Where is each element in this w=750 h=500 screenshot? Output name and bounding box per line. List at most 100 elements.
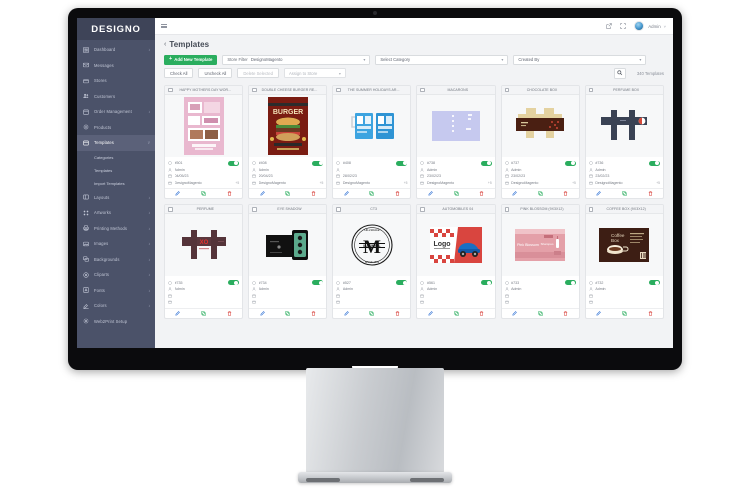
- template-card[interactable]: DOUBLE CHEESE BURGER RE... BURGER #408 A…: [248, 85, 328, 200]
- created-by-dropdown[interactable]: Created By ▾: [513, 54, 647, 65]
- uncheck-all-button[interactable]: Uncheck All: [198, 68, 233, 78]
- duplicate-icon[interactable]: [612, 189, 638, 198]
- fullscreen-icon[interactable]: [619, 22, 627, 30]
- search-button[interactable]: [613, 67, 626, 79]
- template-card[interactable]: EYE SHADOW #734 Admin: [248, 204, 328, 319]
- sidebar-item-backgrounds[interactable]: Backgrounds ›: [77, 252, 155, 268]
- edit-icon[interactable]: [586, 309, 612, 318]
- sidebar-item-printing-methods[interactable]: Printing Methods ›: [77, 221, 155, 237]
- card-checkbox[interactable]: [252, 207, 257, 212]
- edit-icon[interactable]: [333, 189, 359, 198]
- duplicate-icon[interactable]: [359, 189, 385, 198]
- delete-icon[interactable]: [301, 309, 327, 318]
- sidebar-item-images[interactable]: Images ›: [77, 236, 155, 252]
- duplicate-icon[interactable]: [191, 309, 217, 318]
- card-thumbnail[interactable]: [249, 214, 327, 277]
- sidebar-item-layouts[interactable]: Layouts ›: [77, 190, 155, 206]
- chevron-down-icon[interactable]: ˅: [664, 24, 666, 29]
- template-card[interactable]: HAPPY MOTHERS DAY WOR... #501 Admin 04/0…: [164, 85, 244, 200]
- card-thumbnail[interactable]: XO: [165, 214, 243, 277]
- delete-icon[interactable]: [637, 189, 663, 198]
- card-thumbnail[interactable]: [417, 95, 495, 157]
- sidebar-item-messages[interactable]: Messages: [77, 58, 155, 74]
- select-category-dropdown[interactable]: Select Category ▾: [375, 54, 509, 65]
- card-status-toggle[interactable]: [564, 160, 576, 167]
- assign-to-store-dropdown[interactable]: Assign to Store ▾: [283, 68, 346, 78]
- delete-icon[interactable]: [385, 309, 411, 318]
- card-thumbnail[interactable]: BURGER: [249, 95, 327, 157]
- template-card[interactable]: CHOCOLATE BOX #737 Admin 23/02/23 Design…: [500, 85, 580, 200]
- card-checkbox[interactable]: [252, 87, 257, 93]
- card-thumbnail[interactable]: [165, 95, 243, 157]
- brand-logo[interactable]: DESIGNO: [77, 18, 155, 40]
- add-new-template-button[interactable]: + Add New Template: [164, 54, 218, 65]
- external-link-icon[interactable]: [605, 22, 613, 30]
- delete-icon[interactable]: [553, 309, 579, 318]
- sidebar-subitem-categories[interactable]: Categories: [77, 151, 155, 164]
- card-checkbox[interactable]: [168, 87, 173, 93]
- sidebar-subitem-templates[interactable]: Templates: [77, 164, 155, 177]
- delete-selected-button[interactable]: Delete Selected: [237, 68, 279, 78]
- duplicate-icon[interactable]: [612, 309, 638, 318]
- template-card[interactable]: PERFUME BOX #736 Admin 23/02/23 DesignoM…: [584, 85, 664, 200]
- card-checkbox[interactable]: [504, 87, 510, 93]
- sidebar-subitem-import-templates[interactable]: Import Templates: [77, 177, 155, 190]
- template-grid-scroll[interactable]: HAPPY MOTHERS DAY WOR... #501 Admin 04/0…: [155, 80, 673, 348]
- sidebar-item-cliparts[interactable]: Cliparts ›: [77, 267, 155, 283]
- card-checkbox[interactable]: [420, 207, 425, 212]
- delete-icon[interactable]: [553, 189, 579, 198]
- card-checkbox[interactable]: [504, 207, 510, 212]
- card-status-toggle[interactable]: [648, 160, 660, 167]
- sidebar-item-dashboard[interactable]: Dashboard ›: [77, 42, 155, 58]
- card-status-toggle[interactable]: [564, 279, 576, 286]
- template-card[interactable]: CT3 M MAXWELL HILLSDALE SINCE 1902 #527 …: [332, 204, 412, 319]
- edit-icon[interactable]: [417, 309, 443, 318]
- card-thumbnail[interactable]: Pink Blossom Shampoo: [501, 214, 579, 277]
- back-chevron-icon[interactable]: ‹: [164, 41, 166, 48]
- template-card[interactable]: AUTOMOBILES 04 Logo #561 Admin: [416, 204, 496, 319]
- edit-icon[interactable]: [249, 309, 275, 318]
- template-card[interactable]: PERFUME XO #735 Admin: [164, 204, 244, 319]
- card-thumbnail[interactable]: Logo: [417, 214, 495, 277]
- duplicate-icon[interactable]: [443, 309, 469, 318]
- delete-icon[interactable]: [469, 189, 495, 198]
- card-thumbnail[interactable]: M MAXWELL HILLSDALE SINCE 1902: [333, 214, 411, 277]
- edit-icon[interactable]: [249, 189, 275, 198]
- sidebar-item-fonts[interactable]: Fonts ›: [77, 283, 155, 299]
- delete-icon[interactable]: [385, 189, 411, 198]
- duplicate-icon[interactable]: [359, 309, 385, 318]
- sidebar-item-templates[interactable]: Templates ˅: [77, 135, 155, 151]
- card-checkbox[interactable]: [336, 207, 341, 212]
- card-status-toggle[interactable]: [228, 279, 240, 286]
- store-filter-select[interactable]: Store Filter DesignoMagento ▾: [222, 54, 371, 65]
- card-thumbnail[interactable]: Coffee Box: [585, 214, 663, 277]
- card-thumbnail[interactable]: [501, 95, 579, 157]
- duplicate-icon[interactable]: [275, 189, 301, 198]
- delete-icon[interactable]: [301, 189, 327, 198]
- check-all-button[interactable]: Check All: [164, 68, 194, 78]
- duplicate-icon[interactable]: [191, 189, 217, 198]
- edit-icon[interactable]: [417, 189, 443, 198]
- delete-icon[interactable]: [637, 309, 663, 318]
- template-card[interactable]: PINK BLOSSOM (9X3X12) Pink Blossom Shamp…: [500, 204, 580, 319]
- sidebar-item-products[interactable]: Products: [77, 120, 155, 136]
- card-status-toggle[interactable]: [312, 160, 324, 167]
- card-thumbnail[interactable]: [333, 95, 411, 157]
- card-status-toggle[interactable]: [480, 279, 492, 286]
- sidebar-item-artworks[interactable]: Artworks ›: [77, 205, 155, 221]
- sidebar-item-customers[interactable]: Customers: [77, 89, 155, 105]
- sidebar-item-stores[interactable]: Stores: [77, 73, 155, 89]
- card-checkbox[interactable]: [336, 87, 341, 93]
- sidebar-item-web2print-setup[interactable]: Web2Print Setup: [77, 314, 155, 330]
- template-card[interactable]: COFFEE BOX (9X3X12) Coffee Box #732 Admi…: [584, 204, 664, 319]
- duplicate-icon[interactable]: [527, 309, 553, 318]
- template-card[interactable]: THE SUMMER HOLIDAYS AR... #408 28/02/23 …: [332, 85, 412, 200]
- card-status-toggle[interactable]: [312, 279, 324, 286]
- card-status-toggle[interactable]: [396, 279, 408, 286]
- card-checkbox[interactable]: [588, 87, 594, 93]
- edit-icon[interactable]: [333, 309, 359, 318]
- delete-icon[interactable]: [216, 189, 242, 198]
- card-status-toggle[interactable]: [396, 160, 408, 167]
- card-status-toggle[interactable]: [480, 160, 492, 167]
- duplicate-icon[interactable]: [275, 309, 301, 318]
